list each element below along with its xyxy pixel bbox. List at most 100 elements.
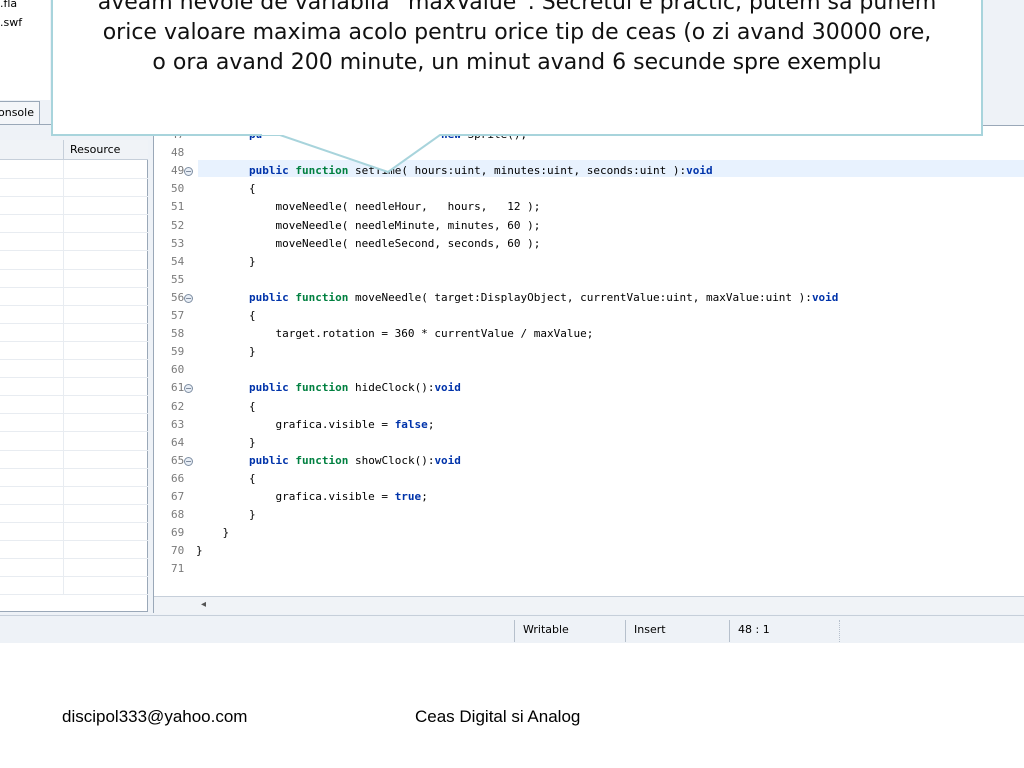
code-keyword: true (394, 490, 422, 503)
code-editor[interactable]: 47 48 49−50 51 52 53 54 55 56−57 58 59 60 61−62 63 64 6… (153, 125, 1024, 614)
status-writable: Writable (514, 620, 622, 642)
code-text: grafica.visible = (196, 490, 395, 503)
code-text: } (196, 345, 256, 359)
table-row[interactable] (0, 178, 148, 179)
line-number: 50 (171, 182, 185, 196)
scroll-left-arrow-icon[interactable]: ◂ (201, 599, 206, 610)
code-keyword: public (248, 453, 289, 467)
code-line[interactable]: } (196, 255, 256, 268)
code-line[interactable]: } (196, 436, 256, 449)
table-row[interactable] (0, 340, 148, 342)
table-row[interactable] (0, 413, 148, 415)
file-item-swf[interactable]: .swf (0, 16, 22, 29)
code-line[interactable]: } (196, 508, 256, 521)
table-row[interactable] (0, 250, 148, 252)
fold-toggle-icon[interactable]: − (184, 456, 193, 466)
code-line[interactable]: moveNeedle( needleSecond, seconds, 60 ); (196, 237, 540, 250)
table-row[interactable] (0, 576, 148, 578)
code-text: { (196, 471, 256, 485)
table-row[interactable] (0, 196, 148, 198)
code-keyword: void (434, 453, 461, 467)
fold-toggle-icon[interactable]: − (184, 167, 193, 177)
code-line[interactable]: { (196, 400, 256, 413)
code-keyword: function (295, 290, 349, 304)
code-line[interactable]: public function hideClock():void (196, 381, 461, 394)
ide-screenshot: .fla .swf onsole Resource ▸ 474849−50515… (0, 0, 1024, 643)
table-row[interactable] (0, 431, 148, 433)
table-row[interactable] (0, 540, 148, 541)
code-text: } (196, 526, 230, 540)
tabstrip-divider (0, 124, 150, 125)
code-line[interactable]: { (196, 472, 256, 485)
code-line[interactable]: target.rotation = 360 * currentValue / m… (196, 327, 593, 340)
table-row[interactable] (0, 485, 148, 487)
table-row[interactable] (0, 521, 148, 523)
line-number: 54 (171, 254, 185, 268)
line-number: 57 (171, 309, 185, 322)
tab-console-label: onsole (0, 106, 34, 119)
table-row[interactable] (0, 467, 148, 469)
footer-email: discipol333@yahoo.com (62, 707, 248, 726)
code-keyword: pu (248, 128, 263, 141)
table-row[interactable] (0, 377, 148, 379)
code-keyword: new (441, 128, 461, 141)
table-row[interactable] (0, 395, 148, 397)
code-line[interactable]: public function showClock():void (196, 454, 461, 467)
code-line[interactable]: moveNeedle( needleMinute, minutes, 60 ); (196, 219, 540, 232)
code-keyword: void (686, 164, 713, 178)
line-number: 68 (171, 508, 185, 522)
table-row[interactable] (0, 322, 148, 324)
line-number: 62 (171, 399, 185, 413)
fold-toggle-icon[interactable]: − (184, 293, 193, 303)
code-text: ; (427, 417, 435, 431)
table-row[interactable] (0, 449, 148, 451)
table-row[interactable] (0, 594, 148, 596)
code-text: grafica.visible = (196, 417, 395, 431)
code-line[interactable]: public function moveNeedle( target:Displ… (196, 291, 838, 304)
line-number: 64 (171, 435, 185, 449)
table-row[interactable] (0, 558, 148, 560)
code-line[interactable]: grafica.visible = true; (196, 490, 428, 503)
fold-toggle-icon[interactable]: − (184, 384, 193, 394)
column-separator[interactable] (63, 140, 64, 160)
code-line[interactable]: } (196, 526, 229, 539)
code-text: } (196, 435, 256, 449)
table-row[interactable] (0, 268, 148, 270)
editor-horizontal-scrollbar[interactable]: ◂ (154, 596, 1024, 614)
table-row[interactable] (0, 232, 148, 234)
line-number: 69 (171, 526, 185, 540)
line-number: 53 (171, 236, 185, 250)
table-row[interactable] (0, 214, 148, 216)
footer-title: Ceas Digital si Analog (415, 707, 581, 726)
line-number: 55 (171, 272, 185, 286)
package-explorer: .fla .swf (0, 0, 50, 100)
code-line[interactable]: public function setTime( hours:uint, min… (196, 164, 713, 177)
table-row[interactable] (0, 503, 148, 505)
file-item-fla[interactable]: .fla (0, 0, 17, 10)
code-line[interactable]: pu : Sprite = new Sprite(); (196, 128, 527, 141)
code-text: } (196, 508, 256, 522)
code-line[interactable]: { (196, 182, 256, 195)
table-row[interactable] (0, 286, 148, 288)
table-row[interactable] (0, 359, 148, 360)
code-line[interactable]: { (196, 309, 256, 322)
status-writable-label: Writable (523, 623, 569, 636)
code-line[interactable]: moveNeedle( needleHour, hours, 12 ); (196, 200, 540, 213)
tab-console[interactable]: onsole (0, 101, 40, 124)
line-number: 58 (171, 327, 185, 341)
code-text: ; (421, 490, 428, 503)
code-text: Sprite(); (460, 128, 528, 141)
code-text: { (196, 399, 256, 413)
status-divider (839, 620, 840, 642)
code-line[interactable]: } (196, 345, 256, 358)
code-text: : Sprite = (262, 128, 442, 141)
code-line[interactable]: } (196, 544, 203, 557)
code-line[interactable]: grafica.visible = false; (196, 418, 434, 431)
status-position-label: 48 : 1 (738, 623, 770, 636)
code-text: moveNeedle( needleMinute, minutes, 60 ); (196, 218, 541, 232)
table-row[interactable] (0, 304, 148, 306)
column-header-resource[interactable]: Resource (70, 143, 120, 156)
code-keyword: false (394, 417, 428, 431)
status-bar: Writable Insert 48 : 1 (0, 615, 1024, 643)
